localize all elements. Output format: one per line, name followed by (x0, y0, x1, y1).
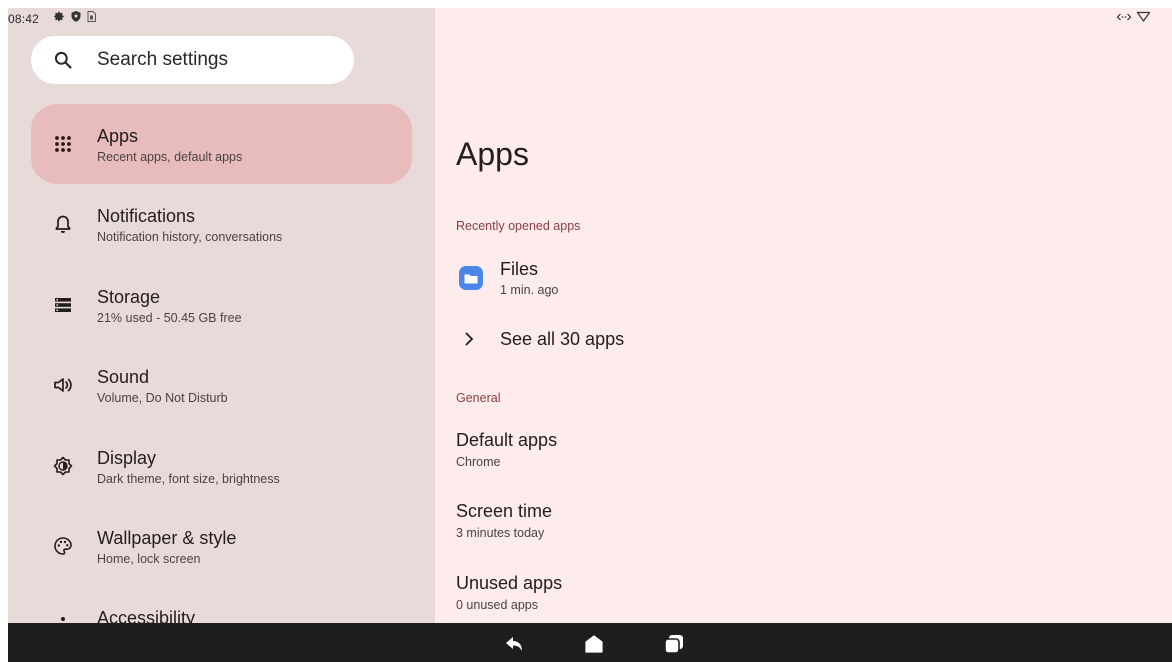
page-title: Apps (456, 136, 529, 172)
apps-grid-icon (55, 136, 71, 152)
status-icons-right (1117, 11, 1150, 22)
cast-arrows-status-icon (1117, 13, 1131, 20)
row-subtitle: Chrome (456, 455, 501, 469)
general-header: General (456, 391, 501, 405)
sidebar-item-subtitle: 21% used - 50.45 GB free (97, 311, 242, 325)
recent-app-name: Files (500, 259, 539, 279)
overview-icon[interactable] (664, 634, 684, 654)
search-bar[interactable]: Search settings (31, 36, 354, 84)
see-all-apps-row[interactable]: See all 30 apps (435, 320, 1172, 360)
row-subtitle: 3 minutes today (456, 526, 545, 540)
system-navigation-bar (8, 623, 1172, 662)
recent-app-files[interactable]: Files 1 min. ago (435, 252, 1172, 310)
sidebar-item-subtitle: Recent apps, default apps (97, 150, 243, 164)
screen-time-row[interactable]: Screen time 3 minutes today (435, 495, 1172, 551)
settings-gear-status-icon (54, 11, 64, 22)
sidebar-item-subtitle: Volume, Do Not Disturb (97, 391, 228, 405)
row-title: Default apps (456, 430, 558, 450)
accessibility-icon (61, 617, 65, 621)
sidebar-item-title: Wallpaper & style (97, 528, 237, 548)
sidebar-item-title: Notifications (97, 206, 196, 226)
recently-opened-header: Recently opened apps (456, 219, 581, 233)
sidebar-item-sound[interactable]: Sound Volume, Do Not Disturb (31, 345, 412, 425)
sidebar-item-wallpaper[interactable]: Wallpaper & style Home, lock screen (31, 506, 412, 586)
sidebar-item-title: Storage (97, 287, 161, 307)
sidebar-item-display[interactable]: Display Dark theme, font size, brightnes… (31, 426, 412, 506)
row-title: Screen time (456, 501, 553, 521)
files-folder-icon (459, 266, 483, 290)
wifi-status-icon (1137, 11, 1150, 22)
sidebar-item-subtitle: Home, lock screen (97, 552, 201, 566)
settings-screen: 08:42 Search settings Apps Recent apps, … (8, 8, 1172, 662)
brightness-icon (53, 456, 73, 476)
home-icon[interactable] (584, 634, 604, 654)
sidebar-item-notifications[interactable]: Notifications Notification history, conv… (31, 184, 412, 264)
sidebar-item-storage[interactable]: Storage 21% used - 50.45 GB free (31, 265, 412, 345)
recent-app-time: 1 min. ago (500, 283, 559, 297)
search-placeholder: Search settings (97, 49, 228, 70)
speaker-icon (54, 378, 72, 392)
search-icon (54, 51, 72, 69)
unused-apps-row[interactable]: Unused apps 0 unused apps (435, 567, 1172, 623)
apps-detail-pane: Apps Recently opened apps Files 1 min. a… (435, 8, 1172, 623)
storage-icon (55, 298, 71, 312)
row-subtitle: 0 unused apps (456, 598, 539, 612)
sidebar-item-title: Apps (97, 126, 139, 146)
bell-icon (55, 215, 71, 233)
sidebar-item-title: Accessibility (97, 608, 196, 623)
palette-icon (54, 537, 72, 555)
back-icon[interactable] (504, 634, 524, 654)
shield-status-icon (71, 11, 81, 22)
default-apps-row[interactable]: Default apps Chrome (435, 424, 1172, 480)
sim-status-icon (87, 11, 96, 22)
chevron-right-icon (465, 332, 474, 346)
sidebar-item-subtitle: Notification history, conversations (97, 230, 283, 244)
sidebar-item-title: Sound (97, 367, 150, 387)
sidebar-item-subtitle: Dark theme, font size, brightness (97, 472, 280, 486)
status-icons-left (54, 11, 96, 22)
sidebar-item-title: Display (97, 448, 157, 468)
settings-sidebar: 08:42 Search settings Apps Recent apps, … (8, 8, 435, 623)
sidebar-item-accessibility[interactable]: Accessibility (31, 586, 412, 623)
see-all-apps-label: See all 30 apps (500, 329, 625, 349)
status-time: 08:42 (8, 12, 40, 26)
sidebar-item-apps[interactable]: Apps Recent apps, default apps (31, 104, 412, 184)
row-title: Unused apps (456, 573, 563, 593)
